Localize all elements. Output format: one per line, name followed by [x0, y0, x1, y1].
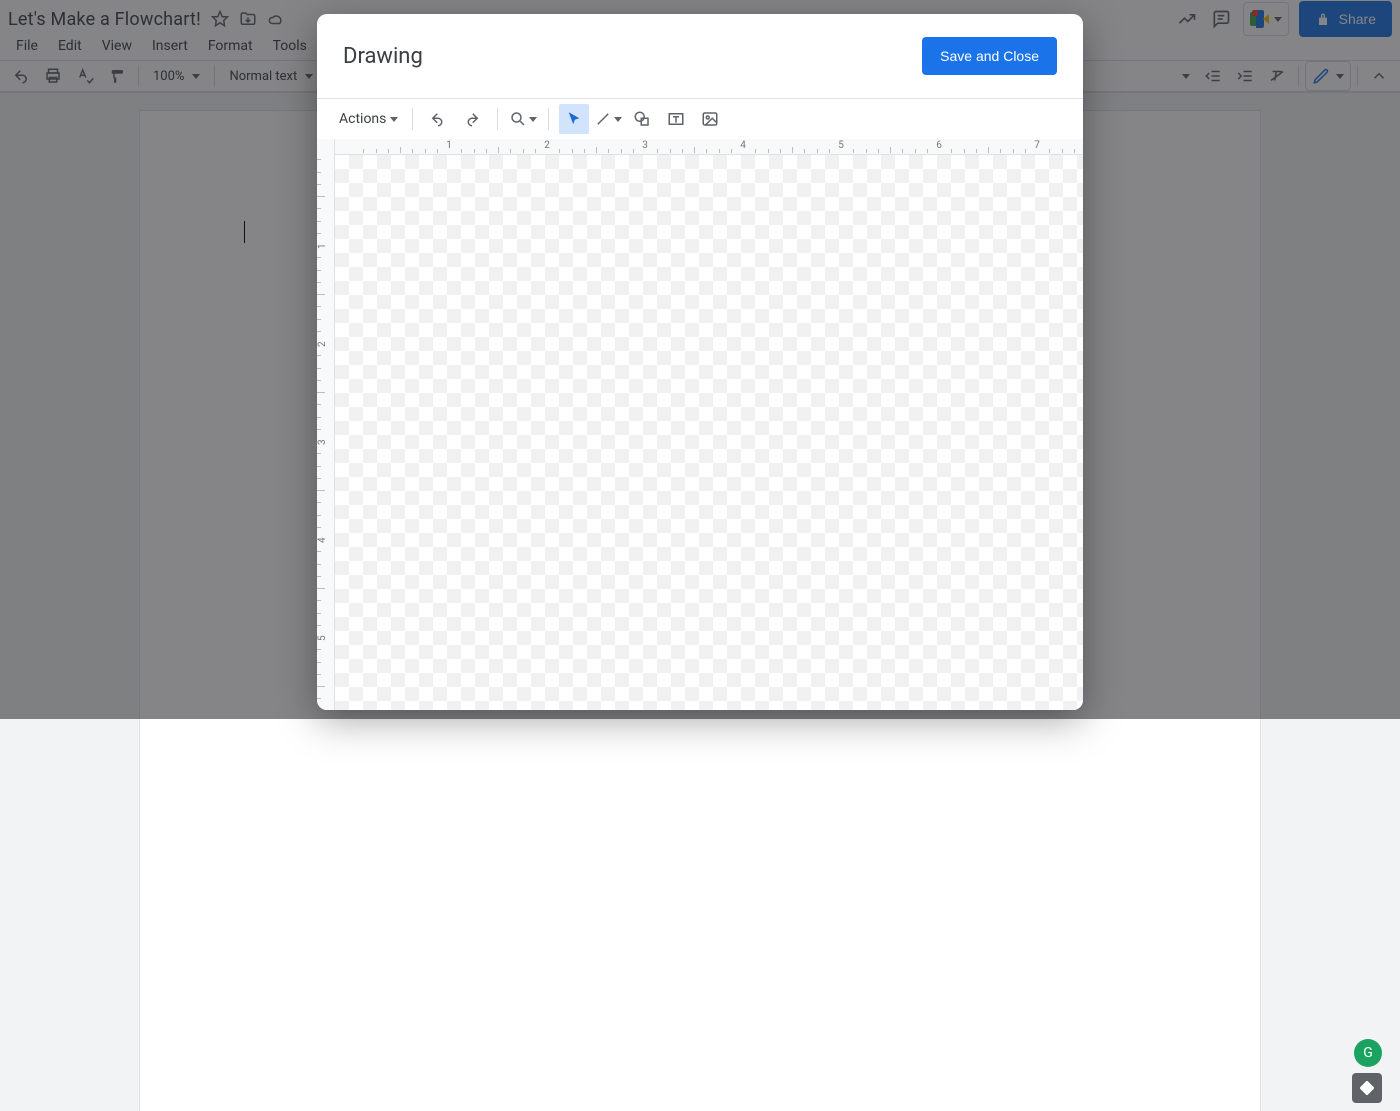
- redo-icon[interactable]: [457, 104, 487, 134]
- ruler-number: 5: [317, 635, 328, 641]
- ruler-number: 6: [936, 140, 942, 151]
- caret-down-icon: [614, 117, 622, 122]
- ruler-number: 2: [544, 140, 550, 151]
- drawing-canvas[interactable]: [335, 155, 1083, 710]
- actions-menu[interactable]: Actions: [335, 111, 402, 127]
- ruler-number: 1: [446, 140, 452, 151]
- dialog-header: Drawing Save and Close: [317, 14, 1083, 98]
- undo-icon[interactable]: [423, 104, 453, 134]
- line-tool-icon[interactable]: [593, 104, 623, 134]
- explore-button[interactable]: [1352, 1073, 1382, 1103]
- shape-tool-icon[interactable]: [627, 104, 657, 134]
- modal-scrim[interactable]: Drawing Save and Close Actions: [0, 0, 1400, 719]
- drawing-dialog: Drawing Save and Close Actions: [317, 14, 1083, 710]
- grammarly-badge[interactable]: G: [1354, 1039, 1382, 1067]
- image-tool-icon[interactable]: [695, 104, 725, 134]
- dialog-title: Drawing: [343, 44, 423, 69]
- caret-down-icon: [529, 117, 537, 122]
- ruler-number: 5: [838, 140, 844, 151]
- save-and-close-button[interactable]: Save and Close: [922, 37, 1057, 75]
- canvas-column: 1 2 3 4 5 6 7: [335, 139, 1083, 710]
- ruler-number: 4: [317, 537, 328, 543]
- ruler-number: 2: [317, 341, 328, 347]
- ruler-number: 3: [317, 439, 328, 445]
- separator: [548, 108, 549, 130]
- drawing-body: 1 2 3 4 5 1 2 3 4 5 6 7: [317, 139, 1083, 710]
- caret-down-icon: [390, 117, 398, 122]
- zoom-icon[interactable]: [508, 104, 538, 134]
- drawing-horizontal-ruler[interactable]: 1 2 3 4 5 6 7: [335, 139, 1083, 155]
- ruler-number: 1: [317, 243, 328, 249]
- textbox-tool-icon[interactable]: [661, 104, 691, 134]
- ruler-number: 3: [642, 140, 648, 151]
- drawing-toolbar: Actions: [317, 99, 1083, 139]
- ruler-number: 4: [740, 140, 746, 151]
- drawing-vertical-ruler[interactable]: 1 2 3 4 5: [317, 139, 335, 710]
- separator: [497, 108, 498, 130]
- ruler-number: 7: [1034, 140, 1040, 151]
- separator: [412, 108, 413, 130]
- actions-label: Actions: [339, 111, 386, 127]
- select-tool-icon[interactable]: [559, 104, 589, 134]
